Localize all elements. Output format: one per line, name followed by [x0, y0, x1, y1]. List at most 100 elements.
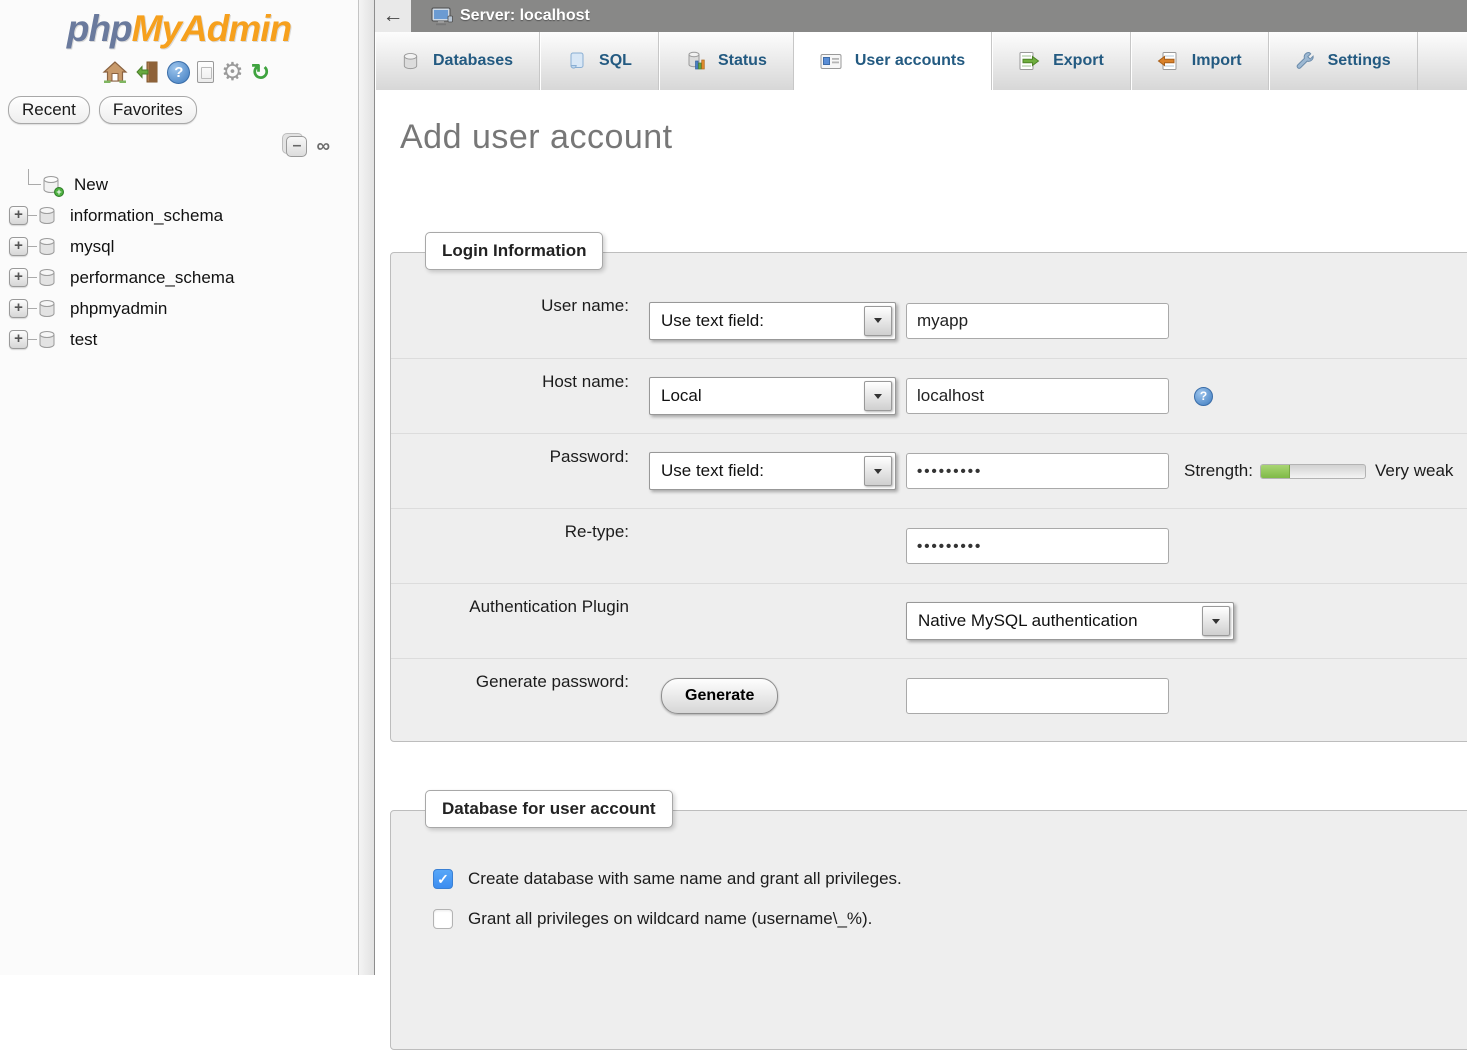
sql-icon	[566, 51, 586, 71]
login-information-fieldset: Login Information User name: Use text fi…	[390, 252, 1467, 742]
auth-plugin-label: Authentication Plugin	[391, 597, 629, 617]
main-tab-bar: Databases SQL Status	[375, 32, 1467, 90]
tab-user-accounts[interactable]: User accounts	[794, 32, 992, 90]
generated-password-input[interactable]	[906, 678, 1169, 714]
hostname-type-select[interactable]: Local	[649, 377, 896, 415]
generate-button[interactable]: Generate	[661, 678, 778, 714]
sidebar-toolbar: ? ⚙ ↻	[0, 58, 270, 86]
database-tree: + New information_schema	[0, 169, 358, 355]
create-database-option[interactable]: Create database with same name and grant…	[433, 869, 1467, 889]
main-panel: ← Server: localhost Databases	[375, 0, 1467, 975]
password-type-select[interactable]: Use text field:	[649, 452, 896, 490]
hostname-row: Host name: Local ?	[391, 358, 1467, 433]
expand-plus-icon[interactable]	[9, 299, 28, 318]
tab-import[interactable]: Import	[1131, 32, 1269, 90]
password-label: Password:	[391, 447, 629, 467]
tab-label: Databases	[433, 52, 513, 70]
hostname-input[interactable]	[906, 378, 1169, 414]
tab-label: Settings	[1328, 52, 1391, 70]
collapse-all-icon[interactable]: –	[286, 136, 307, 157]
database-for-user-legend: Database for user account	[425, 790, 673, 828]
status-icon	[685, 51, 705, 71]
tree-item-label[interactable]: information_schema	[70, 206, 223, 226]
sidebar-resize-handle[interactable]	[358, 0, 375, 975]
home-icon[interactable]	[102, 60, 128, 84]
tree-item-label[interactable]: performance_schema	[70, 268, 234, 288]
server-title-text: Server: localhost	[460, 7, 590, 25]
tab-settings[interactable]: Settings	[1269, 32, 1418, 90]
logo-php: php	[67, 8, 132, 49]
server-title-bar: ← Server: localhost	[375, 0, 1467, 32]
chevron-down-icon[interactable]	[864, 306, 892, 336]
expand-plus-icon[interactable]	[9, 330, 28, 349]
retype-password-input[interactable]	[906, 528, 1169, 564]
tree-item-label[interactable]: New	[74, 175, 108, 195]
logout-icon[interactable]	[135, 60, 160, 84]
checkbox-label: Grant all privileges on wildcard name (u…	[468, 909, 872, 929]
tab-status[interactable]: Status	[659, 32, 794, 90]
username-label: User name:	[391, 296, 629, 316]
tree-tools: – ∞	[0, 136, 330, 157]
sidebar-quick-buttons: Recent Favorites	[8, 96, 358, 124]
expand-plus-icon[interactable]	[9, 237, 28, 256]
tab-sql[interactable]: SQL	[540, 32, 659, 90]
database-for-user-fieldset: Database for user account Create databas…	[390, 810, 1467, 1050]
strength-label: Strength:	[1184, 461, 1253, 481]
phpmyadmin-logo[interactable]: phpMyAdmin	[0, 8, 358, 50]
chevron-down-icon[interactable]	[864, 456, 892, 486]
tree-item-test[interactable]: test	[0, 324, 358, 355]
generate-password-row: Generate password: Generate	[391, 658, 1467, 733]
import-icon	[1157, 51, 1179, 71]
tab-label: Status	[718, 52, 767, 70]
tab-databases[interactable]: Databases	[375, 32, 540, 90]
tree-item-new[interactable]: + New	[0, 169, 358, 200]
export-icon	[1018, 51, 1040, 71]
username-row: User name: Use text field:	[391, 283, 1467, 358]
login-information-legend: Login Information	[425, 232, 603, 270]
tab-label: Export	[1053, 52, 1104, 70]
page-title: Add user account	[400, 118, 673, 157]
tab-label: Import	[1192, 52, 1242, 70]
docs-icon[interactable]	[197, 61, 214, 83]
tree-item-mysql[interactable]: mysql	[0, 231, 358, 262]
auth-plugin-select[interactable]: Native MySQL authentication	[906, 602, 1234, 640]
chevron-down-icon[interactable]	[1202, 606, 1230, 636]
favorites-button[interactable]: Favorites	[99, 96, 197, 124]
tree-item-phpmyadmin[interactable]: phpmyadmin	[0, 293, 358, 324]
recent-button[interactable]: Recent	[8, 96, 90, 124]
strength-meter-fill	[1261, 465, 1290, 478]
expand-plus-icon[interactable]	[9, 268, 28, 287]
tree-item-label[interactable]: test	[70, 330, 97, 350]
generate-password-label: Generate password:	[391, 672, 629, 692]
refresh-icon[interactable]: ↻	[251, 60, 270, 84]
auth-plugin-row: Authentication Plugin Native MySQL authe…	[391, 583, 1467, 658]
username-input[interactable]	[906, 303, 1169, 339]
checkbox-label: Create database with same name and grant…	[468, 869, 902, 889]
database-icon	[37, 299, 57, 319]
checkbox-unchecked-icon[interactable]	[433, 909, 453, 929]
server-title: Server: localhost	[431, 7, 590, 26]
password-strength: Strength: Very weak	[1184, 461, 1453, 481]
hostname-help-icon[interactable]: ?	[1194, 387, 1213, 406]
logo-myadmin: MyAdmin	[132, 8, 292, 49]
password-input[interactable]	[906, 453, 1169, 489]
expand-plus-icon[interactable]	[9, 206, 28, 225]
help-icon[interactable]: ?	[167, 61, 190, 84]
checkbox-checked-icon[interactable]	[433, 869, 453, 889]
tree-item-performance-schema[interactable]: performance_schema	[0, 262, 358, 293]
grant-wildcard-option[interactable]: Grant all privileges on wildcard name (u…	[433, 909, 1467, 929]
navigation-sidebar: phpMyAdmin ? ⚙ ↻ Recent Favorites –	[0, 0, 358, 975]
password-row: Password: Use text field: Strength:	[391, 433, 1467, 508]
username-type-select[interactable]: Use text field:	[649, 302, 896, 340]
link-with-main-icon[interactable]: ∞	[316, 137, 330, 157]
retype-row: Re-type:	[391, 508, 1467, 583]
tab-export[interactable]: Export	[992, 32, 1131, 90]
back-arrow-button[interactable]: ←	[375, 0, 411, 32]
tree-item-label[interactable]: phpmyadmin	[70, 299, 167, 319]
new-database-icon: +	[41, 175, 61, 195]
database-icon	[37, 268, 57, 288]
gear-icon[interactable]: ⚙	[221, 59, 243, 85]
tree-item-label[interactable]: mysql	[70, 237, 114, 257]
chevron-down-icon[interactable]	[864, 381, 892, 411]
tree-item-information-schema[interactable]: information_schema	[0, 200, 358, 231]
